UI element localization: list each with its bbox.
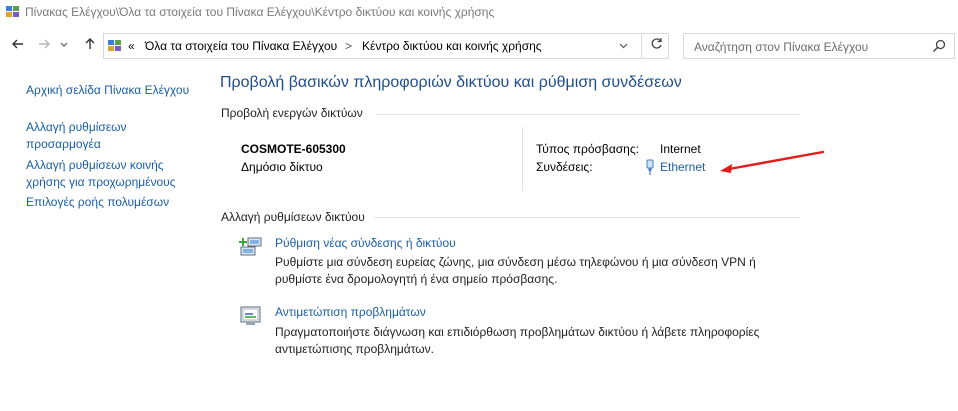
control-panel-icon (108, 40, 122, 52)
annotation-arrow-icon (720, 150, 825, 173)
new-connection-icon (239, 236, 263, 261)
breadcrumb-separator[interactable]: > (345, 39, 352, 53)
breadcrumb-network-center[interactable]: Κέντρο δικτύου και κοινής χρήσης (362, 39, 542, 53)
task-description-line: αντιμετώπισης προβλημάτων. (275, 342, 434, 356)
search-icon[interactable] (932, 39, 946, 53)
forward-icon[interactable] (34, 36, 54, 56)
navigation-bar: « Όλα τα στοιχεία του Πίνακα Ελέγχου > Κ… (0, 32, 958, 62)
sidebar-item-label[interactable]: Αλλαγή ρυθμίσεων (26, 119, 127, 136)
address-dropdown-icon[interactable] (608, 34, 638, 58)
sidebar-item-label[interactable]: προσαρμογέα (26, 136, 127, 153)
sidebar-item-home-label[interactable]: Αρχική σελίδα Πίνακα Ελέγχου (26, 83, 189, 97)
access-type-label: Τύπος πρόσβασης: (536, 142, 639, 156)
sidebar-item-label[interactable]: Επιλογές ροής πολυμέσων (26, 195, 169, 209)
sidebar-item-adapter-settings[interactable]: Αλλαγή ρυθμίσεων προσαρμογέα (26, 119, 127, 153)
network-divider (522, 127, 523, 191)
refresh-button[interactable] (641, 33, 670, 59)
network-name: COSMOTE-605300 (241, 142, 346, 156)
back-icon[interactable] (8, 36, 28, 56)
address-bar[interactable]: « Όλα τα στοιχεία του Πίνακα Ελέγχου > Κ… (103, 33, 669, 59)
sidebar-item-label[interactable]: Αλλαγή ρυθμίσεων κοινής (26, 157, 176, 174)
connections-label: Συνδέσεις: (536, 160, 593, 174)
setup-new-connection-description: Ρυθμίστε μια σύνδεση ευρείας ζώνης, μια … (275, 254, 756, 288)
search-box[interactable] (683, 33, 955, 59)
troubleshoot-link[interactable]: Αντιμετώπιση προβλημάτων (275, 305, 426, 319)
window-title: Πίνακας Ελέγχου\Όλα τα στοιχεία του Πίνα… (25, 5, 495, 19)
network-category[interactable]: Δημόσιο δίκτυο (241, 160, 323, 174)
title-bar: Πίνακας Ελέγχου\Όλα τα στοιχεία του Πίνα… (0, 0, 958, 26)
active-networks-label: Προβολή ενεργών δικτύων (221, 106, 363, 120)
sidebar-item-label[interactable]: χρήσης για προχωρημένους (26, 174, 176, 191)
breadcrumb-all-items[interactable]: Όλα τα στοιχεία του Πίνακα Ελέγχου (145, 39, 337, 53)
up-icon[interactable] (80, 36, 100, 56)
search-input[interactable] (692, 35, 926, 59)
access-type-value: Internet (660, 142, 701, 156)
ethernet-connection-link[interactable]: Ethernet (660, 160, 705, 174)
breadcrumb-overflow[interactable]: « (128, 39, 135, 53)
task-description-line: Πραγματοποιήστε διάγνωση και επιδιόρθωση… (275, 325, 760, 339)
sidebar-item-media-streaming[interactable]: Επιλογές ροής πολυμέσων (26, 194, 169, 211)
task-description-line: Ρυθμίστε μια σύνδεση ευρείας ζώνης, μια … (275, 255, 756, 269)
recent-locations-chevron-icon[interactable] (58, 36, 70, 56)
page-title: Προβολή βασικών πληροφοριών δικτύου και … (220, 74, 682, 91)
ethernet-icon (645, 159, 655, 178)
sidebar-item-advanced-sharing[interactable]: Αλλαγή ρυθμίσεων κοινής χρήσης για προχω… (26, 157, 176, 191)
section-divider (374, 217, 800, 218)
control-panel-icon (6, 6, 20, 18)
sidebar-item-home[interactable]: Αρχική σελίδα Πίνακα Ελέγχου (26, 82, 189, 99)
setup-new-connection-link[interactable]: Ρύθμιση νέας σύνδεσης ή δικτύου (275, 236, 456, 250)
troubleshoot-icon (240, 306, 262, 329)
task-description-line: ρυθμίστε ένα δρομολογητή ή ένα σημείο πρ… (275, 272, 558, 286)
change-settings-label: Αλλαγή ρυθμίσεων δικτύου (221, 210, 365, 224)
troubleshoot-description: Πραγματοποιήστε διάγνωση και επιδιόρθωση… (275, 324, 759, 358)
section-divider (376, 114, 800, 115)
